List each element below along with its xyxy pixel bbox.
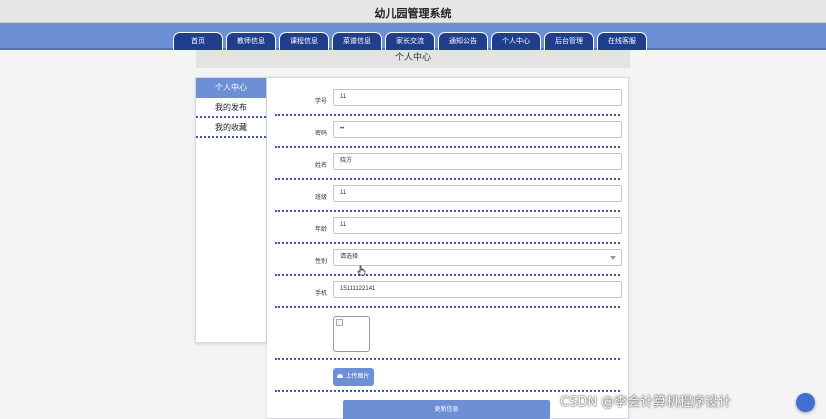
update-info-button[interactable]: 更新信息 <box>343 400 550 419</box>
form-row-age: 年龄 11 <box>275 212 622 244</box>
form-row-upload: 上传图片 <box>275 360 620 392</box>
page-title: 个人中心 <box>196 50 630 68</box>
nav-menu-info[interactable]: 菜谱信息 <box>332 32 382 50</box>
phone-label: 手机 <box>314 291 327 297</box>
phone-input[interactable]: 15111122141 <box>333 281 622 298</box>
watermark: CSDN @李会计算机程序设计 <box>560 395 732 410</box>
name-label: 姓名 <box>314 163 327 169</box>
class-input[interactable]: 11 <box>333 185 622 202</box>
nav-personal-center[interactable]: 个人中心 <box>491 32 541 50</box>
app-title: 幼儿园管理系统 <box>374 8 452 20</box>
form-row-password: 密码 •• <box>275 116 622 148</box>
password-input[interactable]: •• <box>333 121 622 138</box>
password-label: 密码 <box>314 131 327 137</box>
avatar-preview <box>333 316 370 352</box>
class-label: 班级 <box>314 195 327 201</box>
sidebar-item-my-posts[interactable]: 我的发布 <box>196 98 266 118</box>
nav-admin[interactable]: 后台管理 <box>544 32 594 50</box>
main-nav: 首页 教师信息 课程信息 菜谱信息 家长交流 通知公告 个人中心 后台管理 在线… <box>0 23 826 50</box>
student-id-label: 学号 <box>314 99 327 105</box>
chevron-down-icon <box>610 256 616 260</box>
upload-button-label: 上传图片 <box>345 374 370 380</box>
sidebar: 个人中心 我的发布 我的收藏 <box>195 77 267 343</box>
nav-teacher-info[interactable]: 教师信息 <box>226 32 276 50</box>
hand-cursor-icon <box>357 265 366 276</box>
name-input[interactable]: 晓方 <box>333 153 622 170</box>
nav-course-info[interactable]: 课程信息 <box>279 32 329 50</box>
sidebar-item-personal-center[interactable]: 个人中心 <box>196 78 266 98</box>
floating-chat-button[interactable] <box>796 393 815 412</box>
nav-notices[interactable]: 通知公告 <box>438 32 488 50</box>
gender-select-value: 请选择 <box>340 254 359 260</box>
age-label: 年龄 <box>314 227 327 233</box>
nav-parent-exchange[interactable]: 家长交流 <box>385 32 435 50</box>
sidebar-item-my-favorites[interactable]: 我的收藏 <box>196 118 266 138</box>
student-id-input[interactable]: 11 <box>333 89 622 106</box>
nav-home[interactable]: 首页 <box>173 32 223 50</box>
age-input[interactable]: 11 <box>333 217 622 234</box>
form-row-name: 姓名 晓方 <box>275 148 622 180</box>
form-row-phone: 手机 15111122141 <box>275 276 622 308</box>
gender-select[interactable]: 请选择 <box>333 249 622 266</box>
form-row-student-id: 学号 11 <box>275 84 622 116</box>
profile-form: 学号 11 密码 •• 姓名 晓方 班级 11 年龄 11 性别 请选择 手机 … <box>267 77 629 419</box>
gender-label: 性别 <box>314 259 327 265</box>
form-row-photo <box>275 308 620 360</box>
upload-image-button[interactable]: 上传图片 <box>333 368 374 386</box>
form-row-class: 班级 11 <box>275 180 622 212</box>
form-row-gender: 性别 请选择 <box>275 244 622 276</box>
broken-image-icon <box>336 319 343 326</box>
nav-online-service[interactable]: 在线客服 <box>597 32 647 50</box>
title-bar: 幼儿园管理系统 <box>0 0 826 23</box>
upload-cloud-icon <box>337 374 344 379</box>
